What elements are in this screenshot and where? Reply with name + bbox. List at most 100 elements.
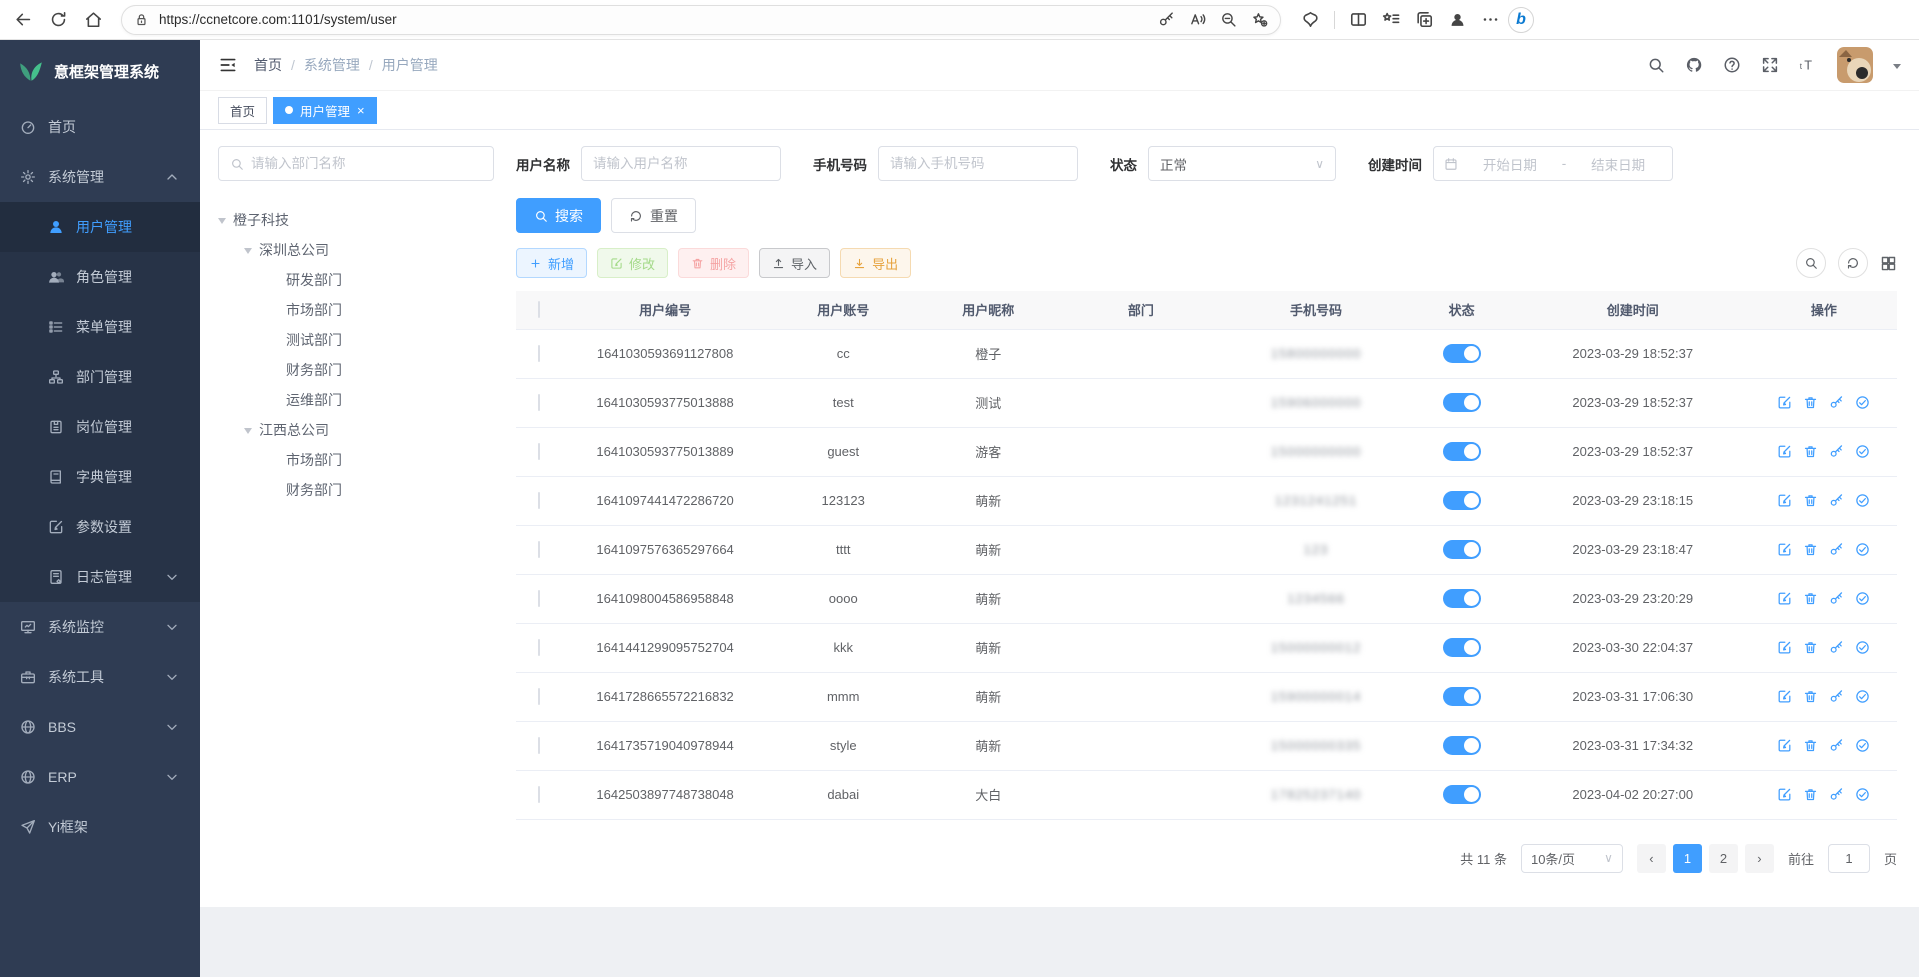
url-text[interactable]: https://ccnetcore.com:1101/system/user (159, 12, 1148, 27)
select-all-checkbox[interactable] (538, 301, 540, 318)
dept-search-box[interactable] (218, 146, 494, 181)
assign-role-icon[interactable] (1855, 493, 1870, 508)
edit-icon[interactable] (1777, 787, 1792, 802)
row-checkbox[interactable] (538, 345, 540, 362)
trash-icon[interactable] (1803, 542, 1818, 557)
sidebar-item-role-management[interactable]: 角色管理 (0, 252, 200, 302)
search-icon[interactable] (1647, 56, 1665, 74)
key-icon[interactable] (1829, 444, 1844, 459)
breadcrumb-item[interactable]: 系统管理 (304, 55, 360, 75)
edit-icon[interactable] (1777, 640, 1792, 655)
phone-input[interactable] (878, 146, 1078, 181)
row-checkbox[interactable] (538, 786, 540, 803)
edit-button[interactable]: 修改 (597, 248, 668, 278)
back-icon[interactable] (14, 10, 33, 29)
tree-node[interactable]: 橙子科技 (218, 205, 494, 235)
status-toggle[interactable] (1443, 442, 1481, 461)
dept-search-input[interactable] (251, 156, 482, 171)
sidebar-item-yi-framework[interactable]: Yi框架 (0, 802, 200, 852)
breadcrumb-item[interactable]: 用户管理 (382, 55, 438, 75)
refresh-button[interactable] (1838, 248, 1868, 278)
edit-icon[interactable] (1777, 542, 1792, 557)
github-icon[interactable] (1685, 56, 1703, 74)
edit-icon[interactable] (1777, 444, 1792, 459)
close-tab-icon[interactable]: × (357, 104, 365, 117)
status-toggle[interactable] (1443, 491, 1481, 510)
password-key-icon[interactable] (1158, 11, 1175, 28)
assign-role-icon[interactable] (1855, 787, 1870, 802)
export-button[interactable]: 导出 (840, 248, 911, 278)
trash-icon[interactable] (1803, 689, 1818, 704)
prev-page-button[interactable]: ‹ (1637, 844, 1666, 873)
toggle-search-button[interactable] (1796, 248, 1826, 278)
key-icon[interactable] (1829, 542, 1844, 557)
trash-icon[interactable] (1803, 787, 1818, 802)
sidebar-item-dept-management[interactable]: 部门管理 (0, 352, 200, 402)
edit-icon[interactable] (1777, 395, 1792, 410)
sidebar-item-bbs[interactable]: BBS (0, 702, 200, 752)
page-button-1[interactable]: 1 (1673, 844, 1702, 873)
row-checkbox[interactable] (538, 639, 540, 656)
assign-role-icon[interactable] (1855, 542, 1870, 557)
status-toggle[interactable] (1443, 736, 1481, 755)
tree-node[interactable]: 财务部门 (218, 475, 494, 505)
tree-node[interactable]: 江西总公司 (218, 415, 494, 445)
assign-role-icon[interactable] (1855, 640, 1870, 655)
browser-essentials-icon[interactable] (1301, 10, 1320, 29)
date-end-placeholder[interactable]: 结束日期 (1574, 154, 1662, 174)
tree-node[interactable]: 财务部门 (218, 355, 494, 385)
key-icon[interactable] (1829, 395, 1844, 410)
sidebar-item-system-tools[interactable]: 系统工具 (0, 652, 200, 702)
row-checkbox[interactable] (538, 443, 540, 460)
text-size-icon[interactable]: tT (1799, 56, 1817, 74)
sidebar-item-home[interactable]: 首页 (0, 102, 200, 152)
username-input[interactable] (581, 146, 781, 181)
breadcrumb-item[interactable]: 首页 (254, 55, 282, 75)
import-button[interactable]: 导入 (759, 248, 830, 278)
split-screen-icon[interactable] (1349, 10, 1368, 29)
assign-role-icon[interactable] (1855, 444, 1870, 459)
reset-button[interactable]: 重置 (611, 198, 696, 233)
collapse-sidebar-icon[interactable] (218, 55, 238, 75)
tree-node[interactable]: 市场部门 (218, 295, 494, 325)
search-button[interactable]: 搜索 (516, 198, 601, 233)
key-icon[interactable] (1829, 787, 1844, 802)
status-toggle[interactable] (1443, 344, 1481, 363)
status-select[interactable]: 正常 ∨ (1148, 146, 1336, 181)
sidebar-item-post-management[interactable]: 岗位管理 (0, 402, 200, 452)
profile-icon[interactable] (1448, 10, 1467, 29)
row-checkbox[interactable] (538, 394, 540, 411)
key-icon[interactable] (1829, 689, 1844, 704)
date-range-picker[interactable]: 开始日期 - 结束日期 (1433, 146, 1673, 181)
trash-icon[interactable] (1803, 444, 1818, 459)
row-checkbox[interactable] (538, 737, 540, 754)
avatar-dropdown-caret[interactable] (1893, 64, 1901, 73)
zoom-out-icon[interactable] (1220, 11, 1237, 28)
page-size-select[interactable]: 10条/页 ∨ (1521, 844, 1623, 873)
tree-node[interactable]: 深圳总公司 (218, 235, 494, 265)
read-aloud-icon[interactable] (1189, 11, 1206, 28)
user-avatar[interactable] (1837, 47, 1873, 83)
sidebar-item-system-management[interactable]: 系统管理 (0, 152, 200, 202)
date-start-placeholder[interactable]: 开始日期 (1466, 154, 1554, 174)
page-button-2[interactable]: 2 (1709, 844, 1738, 873)
status-toggle[interactable] (1443, 785, 1481, 804)
favorites-bar-icon[interactable] (1382, 10, 1401, 29)
row-checkbox[interactable] (538, 541, 540, 558)
bing-chat-icon[interactable]: b (1508, 7, 1534, 33)
trash-icon[interactable] (1803, 591, 1818, 606)
sidebar-item-menu-management[interactable]: 菜单管理 (0, 302, 200, 352)
sidebar-item-user-management[interactable]: 用户管理 (0, 202, 200, 252)
add-button[interactable]: 新增 (516, 248, 587, 278)
row-checkbox[interactable] (538, 688, 540, 705)
delete-button[interactable]: 删除 (678, 248, 749, 278)
trash-icon[interactable] (1803, 738, 1818, 753)
sidebar-item-log-management[interactable]: 日志管理 (0, 552, 200, 602)
key-icon[interactable] (1829, 640, 1844, 655)
status-toggle[interactable] (1443, 393, 1481, 412)
next-page-button[interactable]: › (1745, 844, 1774, 873)
tree-node[interactable]: 市场部门 (218, 445, 494, 475)
trash-icon[interactable] (1803, 395, 1818, 410)
edit-icon[interactable] (1777, 738, 1792, 753)
status-toggle[interactable] (1443, 687, 1481, 706)
